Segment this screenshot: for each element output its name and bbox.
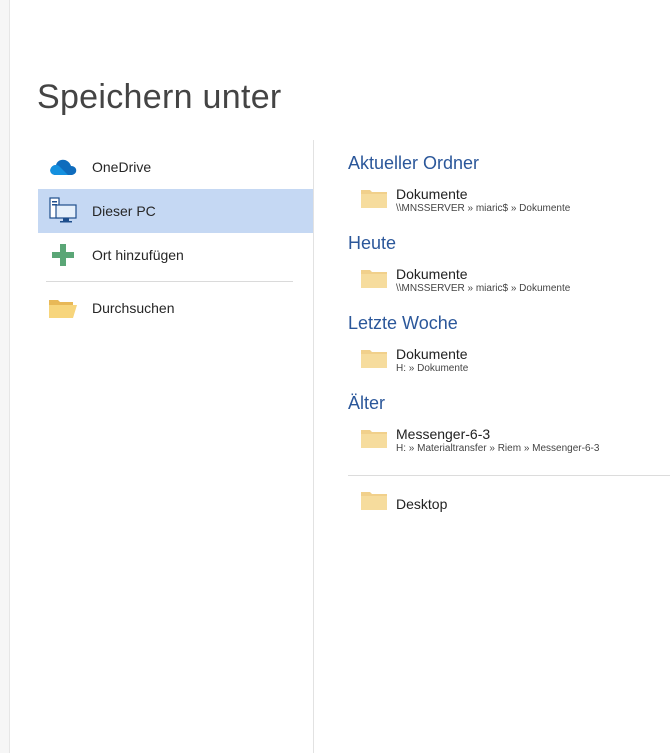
onedrive-icon (42, 157, 84, 177)
folder-item[interactable]: Dokumente H: » Dokumente (348, 336, 670, 390)
location-nav: OneDrive Dieser PC Ort hinzufügen Durchs… (38, 145, 313, 330)
folder-path: \\MNSSERVER » miaric$ » Dokumente (396, 283, 571, 294)
folder-name: Dokumente (396, 346, 468, 362)
nav-item-ort-hinzufuegen[interactable]: Ort hinzufügen (38, 233, 313, 277)
section-heading: Älter (348, 393, 386, 413)
nav-item-label: Ort hinzufügen (92, 247, 184, 263)
folder-name: Messenger-6-3 (396, 426, 491, 442)
nav-separator (46, 281, 293, 282)
nav-item-label: OneDrive (92, 159, 152, 175)
computer-icon (42, 197, 84, 225)
page-title: Speichern unter (37, 78, 282, 116)
nav-item-onedrive[interactable]: OneDrive (38, 145, 313, 189)
nav-item-label: Dieser PC (92, 203, 156, 219)
folder-icon (361, 492, 387, 514)
folder-name: Dokumente (396, 186, 468, 202)
folder-path: H: » Materialtransfer » Riem » Messenger… (396, 443, 600, 454)
folder-item[interactable]: Dokumente \\MNSSERVER » miaric$ » Dokume… (348, 256, 670, 310)
add-icon (42, 242, 84, 268)
section-heading: Heute (348, 233, 397, 253)
folder-open-icon (42, 297, 84, 319)
list-separator (348, 475, 670, 476)
nav-item-dieser-pc[interactable]: Dieser PC (38, 189, 313, 233)
folder-icon (361, 270, 387, 292)
folder-icon (361, 430, 387, 452)
folder-path: \\MNSSERVER » miaric$ » Dokumente (396, 203, 571, 214)
folder-path: H: » Dokumente (396, 363, 469, 374)
section-heading: Aktueller Ordner (348, 153, 480, 173)
nav-item-durchsuchen[interactable]: Durchsuchen (38, 286, 313, 330)
folder-item[interactable]: Messenger-6-3 H: » Materialtransfer » Ri… (348, 416, 670, 470)
folder-name: Dokumente (396, 266, 468, 282)
folder-item[interactable]: Dokumente \\MNSSERVER » miaric$ » Dokume… (348, 176, 670, 230)
nav-item-label: Durchsuchen (92, 300, 175, 316)
folder-list: Aktueller Ordner Dokumente \\MNSSERVER »… (348, 150, 670, 470)
section-heading: Letzte Woche (348, 313, 458, 333)
folder-icon (361, 190, 387, 212)
folder-name: Desktop (396, 496, 448, 512)
folder-item-desktop[interactable]: Desktop (348, 478, 670, 528)
folder-icon (361, 350, 387, 372)
vertical-divider (313, 140, 314, 753)
